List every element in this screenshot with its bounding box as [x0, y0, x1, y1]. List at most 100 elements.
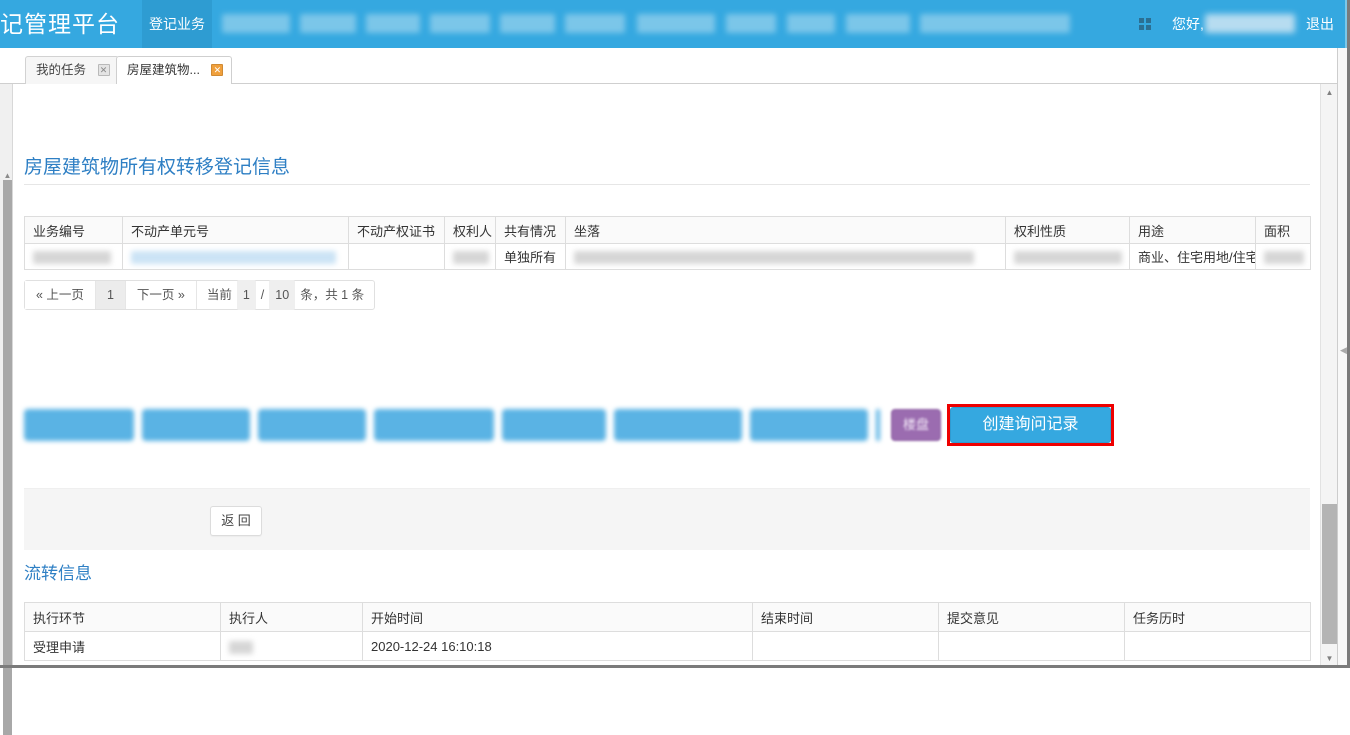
table-header-row: 业务编号不动产单元号不动产权证书权利人共有情况坐落权利性质用途面积 — [25, 217, 1311, 244]
left-collapsed-panel[interactable]: ▲ — [0, 84, 13, 668]
table-body: 受理申请 2020-12-24 16:10:18 — [25, 632, 1311, 661]
highlight-box: 创建询问记录 — [947, 404, 1114, 446]
column-header: 开始时间 — [363, 603, 753, 632]
column-header: 任务历时 — [1125, 603, 1311, 632]
table-row[interactable]: 受理申请 2020-12-24 16:10:18 — [25, 632, 1311, 661]
action-button-masked[interactable] — [750, 409, 868, 441]
masked-value — [229, 641, 253, 654]
masked-value — [574, 251, 974, 264]
action-button-masked[interactable] — [502, 409, 606, 441]
scroll-up-icon[interactable]: ▲ — [1321, 85, 1338, 101]
pagination-total-text: 条，共 1 条 — [300, 281, 364, 309]
masked-value — [453, 251, 489, 264]
left-rail-scrollbar-thumb[interactable] — [3, 180, 12, 735]
table-cell: 受理申请 — [25, 632, 221, 661]
username-masked — [1205, 14, 1295, 33]
prev-page-button[interactable]: « 上一页 — [25, 281, 96, 309]
column-header: 结束时间 — [753, 603, 939, 632]
current-page-number[interactable]: 1 — [96, 281, 126, 309]
table-header: 执行环节执行人开始时间结束时间提交意见任务历时 — [25, 603, 1311, 632]
nav-item-masked[interactable] — [366, 14, 420, 33]
table-cell — [753, 632, 939, 661]
column-header: 权利人 — [445, 217, 496, 244]
app-brand-title: 记管理平台 — [0, 0, 120, 48]
table-row[interactable]: 单独所有 商业、住宅用地/住宅 — [25, 244, 1311, 270]
create-inquiry-record-button[interactable]: 创建询问记录 — [950, 407, 1111, 443]
table-cell — [1006, 244, 1130, 270]
vertical-scrollbar[interactable]: ▲ ▼ — [1320, 84, 1337, 668]
table-cell — [939, 632, 1125, 661]
tab-building-ownership[interactable]: 房屋建筑物... ✕ — [116, 56, 232, 84]
scroll-up-icon[interactable]: ▲ — [3, 171, 12, 180]
table-cell — [25, 244, 123, 270]
pagination-page-input[interactable]: 1 — [237, 280, 256, 310]
nav-item-masked[interactable] — [726, 14, 776, 33]
table-cell — [123, 244, 349, 270]
grid-icon-cell — [1146, 18, 1151, 23]
logout-link[interactable]: 退出 — [1306, 0, 1334, 48]
action-button-masked[interactable] — [24, 409, 134, 441]
next-page-button[interactable]: 下一页 » — [126, 281, 197, 309]
table-cell — [566, 244, 1006, 270]
table-cell — [349, 244, 445, 270]
masked-value — [1014, 251, 1122, 264]
nav-item-masked[interactable] — [787, 14, 835, 33]
nav-item-masked[interactable] — [846, 14, 910, 33]
column-header: 共有情况 — [496, 217, 566, 244]
close-icon[interactable]: ✕ — [98, 64, 110, 76]
table-cell — [1125, 632, 1311, 661]
action-button-masked[interactable] — [142, 409, 250, 441]
nav-item-masked[interactable] — [920, 14, 1070, 33]
nav-item-masked[interactable] — [222, 14, 290, 33]
vertical-scrollbar-thumb[interactable] — [1322, 504, 1337, 644]
action-button-masked[interactable] — [614, 409, 742, 441]
nav-item-masked[interactable] — [565, 14, 625, 33]
column-header: 面积 — [1256, 217, 1311, 244]
nav-item-masked[interactable] — [637, 14, 715, 33]
action-button-row: 楼盘 创建询问记录 — [24, 409, 1310, 441]
action-button-masked[interactable] — [876, 409, 880, 441]
property-info-table: 业务编号不动产单元号不动产权证书权利人共有情况坐落权利性质用途面积 单独所有 商业… — [24, 216, 1311, 270]
table-header: 业务编号不动产单元号不动产权证书权利人共有情况坐落权利性质用途面积 — [25, 217, 1311, 244]
pagination-info-prefix: 当前 — [207, 281, 232, 309]
column-header: 不动产单元号 — [123, 217, 349, 244]
column-header: 提交意见 — [939, 603, 1125, 632]
grid-icon-cell — [1139, 25, 1144, 30]
tab-label: 房屋建筑物... — [127, 63, 200, 77]
nav-item-masked[interactable] — [300, 14, 356, 33]
table-cell — [445, 244, 496, 270]
masked-value — [1264, 251, 1304, 264]
masked-value — [33, 251, 111, 264]
column-header: 权利性质 — [1006, 217, 1130, 244]
grid-icon[interactable] — [1139, 18, 1152, 31]
greeting-text: 您好, — [1172, 0, 1204, 48]
table-cell: 商业、住宅用地/住宅 — [1130, 244, 1256, 270]
return-panel: 返 回 — [24, 488, 1310, 550]
flow-info-table: 执行环节执行人开始时间结束时间提交意见任务历时 受理申请 2020-12-24 1… — [24, 602, 1311, 661]
close-icon[interactable]: ✕ — [211, 64, 223, 76]
column-header: 不动产权证书 — [349, 217, 445, 244]
main-content: 房屋建筑物所有权转移登记信息 业务编号不动产单元号不动产权证书权利人共有情况坐落… — [13, 84, 1320, 668]
action-button-masked[interactable] — [258, 409, 366, 441]
nav-item-masked[interactable] — [430, 14, 490, 33]
column-header: 执行环节 — [25, 603, 221, 632]
return-button[interactable]: 返 回 — [210, 506, 262, 536]
table-cell: 单独所有 — [496, 244, 566, 270]
action-button-masked[interactable] — [374, 409, 494, 441]
table-cell: 2020-12-24 16:10:18 — [363, 632, 753, 661]
nav-item-registration-business[interactable]: 登记业务 — [142, 0, 212, 48]
tab-strip: 我的任务 ✕ 房屋建筑物... ✕ — [0, 48, 1350, 84]
table-cell — [221, 632, 363, 661]
loupan-button[interactable]: 楼盘 — [891, 409, 941, 441]
table-header-row: 执行环节执行人开始时间结束时间提交意见任务历时 — [25, 603, 1311, 632]
table-body: 单独所有 商业、住宅用地/住宅 — [25, 244, 1311, 270]
grid-icon-cell — [1139, 18, 1144, 23]
pagination-info: 当前 1 / 10 条，共 1 条 — [197, 281, 374, 309]
nav-item-masked[interactable] — [500, 14, 555, 33]
tab-my-tasks[interactable]: 我的任务 ✕ — [25, 56, 119, 84]
column-header: 业务编号 — [25, 217, 123, 244]
top-header-bar: 记管理平台 登记业务 您好, 退出 — [0, 0, 1350, 48]
flow-section-title: 流转信息 — [24, 559, 92, 584]
pagination-separator: / — [261, 281, 264, 309]
masked-value — [131, 251, 336, 264]
